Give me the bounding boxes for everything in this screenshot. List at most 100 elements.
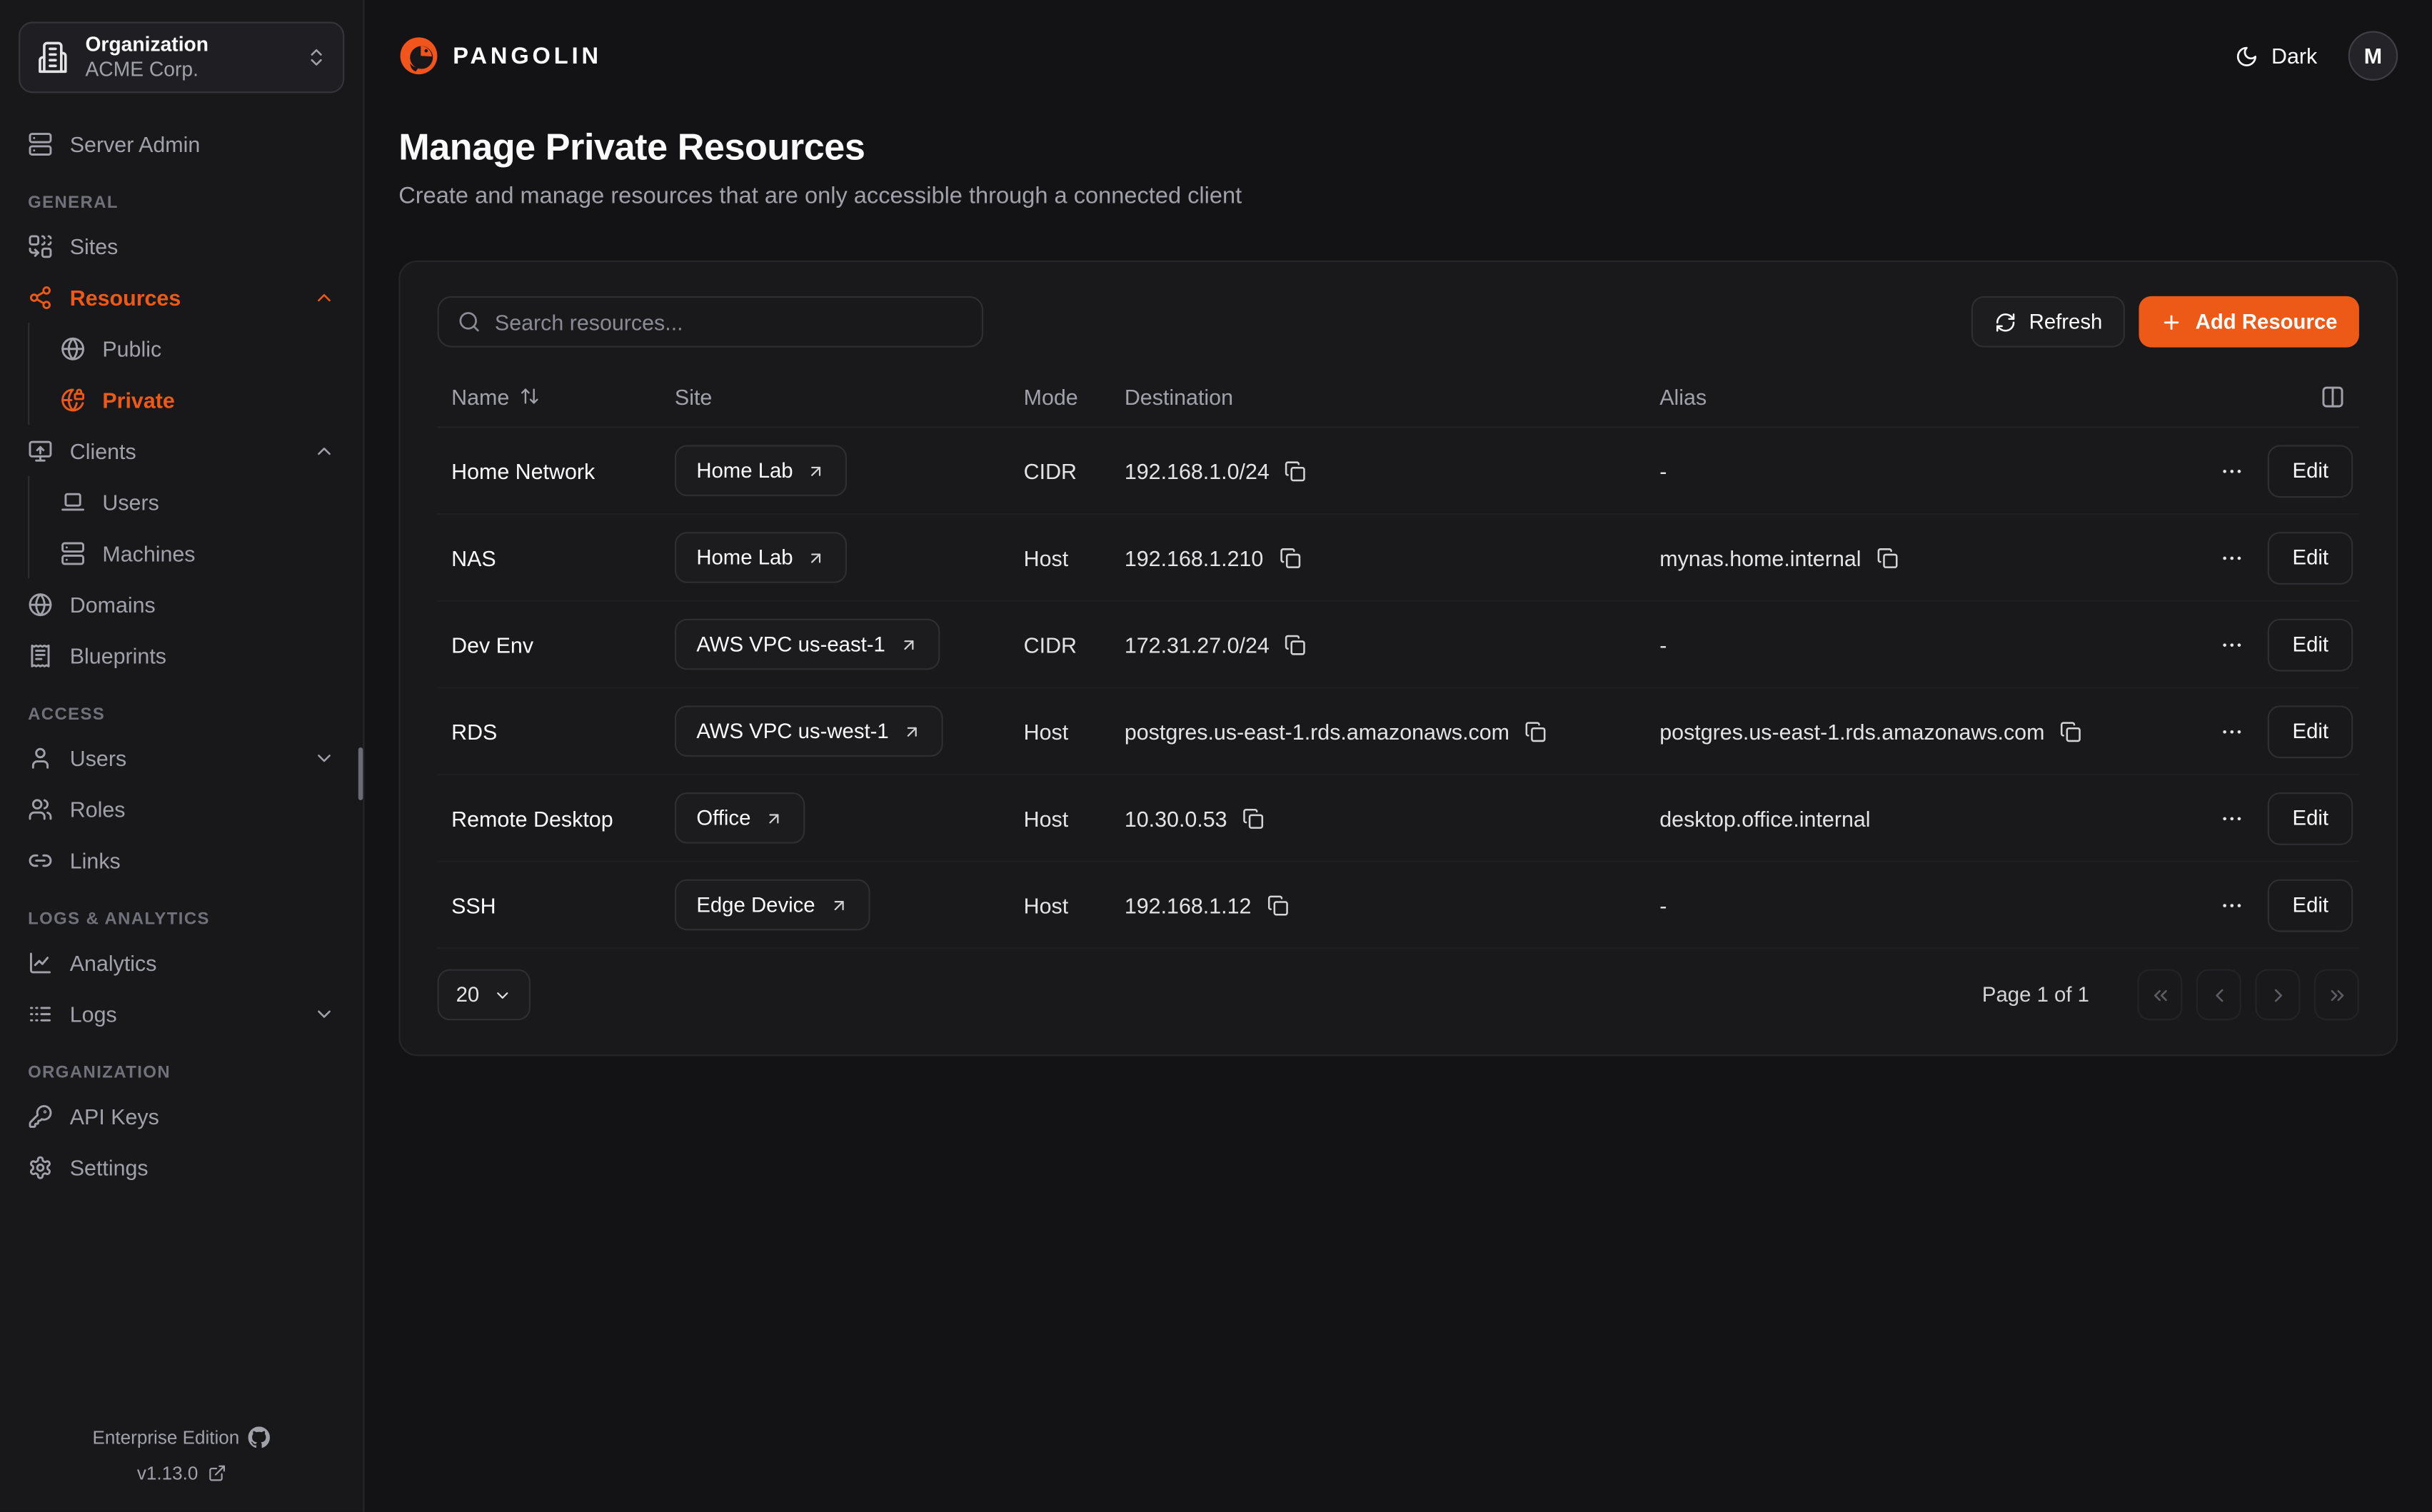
chevrons-left-icon bbox=[2149, 984, 2171, 1005]
column-header-name[interactable]: Name bbox=[451, 384, 675, 409]
sidebar-item-server-admin[interactable]: Server Admin bbox=[19, 118, 344, 169]
resource-alias: - bbox=[1659, 458, 1667, 483]
copy-destination-button[interactable] bbox=[1285, 460, 1306, 481]
search-icon bbox=[458, 310, 481, 333]
table-row: Remote Desktop Office Host 10.30.0.53 de… bbox=[438, 775, 2359, 862]
org-selector[interactable]: Organization ACME Corp. bbox=[19, 21, 344, 93]
sidebar-item-client-users[interactable]: Users bbox=[29, 476, 344, 528]
sidebar-item-links[interactable]: Links bbox=[19, 835, 344, 886]
edit-button[interactable]: Edit bbox=[2268, 531, 2353, 584]
copy-destination-button[interactable] bbox=[1242, 807, 1264, 829]
sidebar-item-label: Domains bbox=[70, 592, 156, 617]
copy-destination-button[interactable] bbox=[1525, 720, 1547, 742]
copy-destination-button[interactable] bbox=[1285, 633, 1306, 655]
chevron-right-icon bbox=[2267, 984, 2288, 1005]
resource-name: Remote Desktop bbox=[451, 805, 675, 830]
table-row: RDS AWS VPC us-west-1 Host postgres.us-e… bbox=[438, 688, 2359, 775]
resource-destination: 172.31.27.0/24 bbox=[1125, 632, 1270, 657]
edit-button[interactable]: Edit bbox=[2268, 444, 2353, 497]
first-page-button[interactable] bbox=[2137, 969, 2182, 1021]
sidebar-item-domains[interactable]: Domains bbox=[19, 578, 344, 630]
copy-alias-button[interactable] bbox=[2060, 720, 2081, 742]
sidebar-item-label: Settings bbox=[70, 1154, 149, 1179]
edit-button[interactable]: Edit bbox=[2268, 705, 2353, 757]
sidebar-item-private[interactable]: Private bbox=[29, 374, 344, 425]
sidebar-item-label: Users bbox=[70, 745, 126, 770]
edit-button[interactable]: Edit bbox=[2268, 792, 2353, 845]
sidebar-item-label: Server Admin bbox=[70, 131, 201, 156]
theme-toggle-button[interactable]: Dark bbox=[2236, 44, 2317, 69]
sidebar-item-label: Users bbox=[102, 489, 159, 514]
app-window: Organization ACME Corp. Server Admin GEN… bbox=[0, 0, 2432, 1512]
resources-card: Refresh Add Resource Name Site Mode Dest… bbox=[398, 261, 2398, 1056]
resource-mode: Host bbox=[1024, 892, 1125, 917]
sidebar-item-label: Analytics bbox=[70, 949, 157, 974]
copy-destination-button[interactable] bbox=[1267, 894, 1288, 915]
resource-alias: mynas.home.internal bbox=[1659, 545, 1861, 570]
table-row: NAS Home Lab Host 192.168.1.210 mynas.ho… bbox=[438, 515, 2359, 602]
search-input[interactable] bbox=[495, 309, 963, 334]
refresh-button[interactable]: Refresh bbox=[1971, 296, 2126, 348]
arrow-up-right-icon bbox=[903, 722, 921, 740]
search-box[interactable] bbox=[438, 296, 984, 348]
sidebar-item-api-keys[interactable]: API Keys bbox=[19, 1090, 344, 1141]
sidebar-item-blueprints[interactable]: Blueprints bbox=[19, 630, 344, 681]
sidebar-item-roles[interactable]: Roles bbox=[19, 783, 344, 835]
site-link-button[interactable]: Office bbox=[675, 792, 805, 844]
row-menu-button[interactable] bbox=[2219, 892, 2244, 917]
site-link-button[interactable]: AWS VPC us-east-1 bbox=[675, 619, 940, 670]
sort-icon[interactable] bbox=[520, 386, 540, 406]
site-link-button[interactable]: Home Lab bbox=[675, 532, 848, 583]
brand[interactable]: PANGOLIN bbox=[398, 36, 602, 76]
sidebar-item-machines[interactable]: Machines bbox=[29, 528, 344, 579]
copy-icon bbox=[1285, 633, 1306, 655]
version-label: v1.13.0 bbox=[137, 1462, 199, 1483]
prev-page-button[interactable] bbox=[2196, 969, 2241, 1021]
site-link-button[interactable]: Edge Device bbox=[675, 880, 870, 931]
sidebar-scrollbar-thumb[interactable] bbox=[358, 747, 363, 800]
sidebar-item-clients[interactable]: Clients bbox=[19, 425, 344, 476]
copy-icon bbox=[1267, 894, 1288, 915]
edit-button[interactable]: Edit bbox=[2268, 879, 2353, 932]
site-link-button[interactable]: Home Lab bbox=[675, 445, 848, 496]
laptop-icon bbox=[61, 489, 86, 514]
topbar: PANGOLIN Dark M bbox=[398, 19, 2398, 93]
resource-alias: desktop.office.internal bbox=[1659, 805, 1870, 830]
gear-icon bbox=[28, 1154, 53, 1179]
copy-icon bbox=[1279, 547, 1300, 568]
chevron-down-icon bbox=[493, 985, 512, 1004]
sidebar-item-users[interactable]: Users bbox=[19, 732, 344, 783]
version-link[interactable]: v1.13.0 bbox=[137, 1462, 226, 1483]
sidebar-item-settings[interactable]: Settings bbox=[19, 1141, 344, 1193]
sidebar-item-resources[interactable]: Resources bbox=[19, 271, 344, 323]
chart-line-icon bbox=[28, 949, 53, 974]
avatar[interactable]: M bbox=[2348, 31, 2398, 81]
card-toolbar: Refresh Add Resource bbox=[438, 296, 2359, 348]
add-resource-button[interactable]: Add Resource bbox=[2139, 296, 2358, 348]
sidebar-item-sites[interactable]: Sites bbox=[19, 220, 344, 271]
row-menu-button[interactable] bbox=[2219, 719, 2244, 744]
columns-toggle-icon[interactable] bbox=[2321, 384, 2346, 409]
row-menu-button[interactable] bbox=[2219, 545, 2244, 570]
last-page-button[interactable] bbox=[2314, 969, 2359, 1021]
next-page-button[interactable] bbox=[2255, 969, 2300, 1021]
sidebar-item-analytics[interactable]: Analytics bbox=[19, 937, 344, 988]
sidebar-item-label: Public bbox=[102, 336, 161, 361]
row-menu-button[interactable] bbox=[2219, 458, 2244, 483]
row-menu-button[interactable] bbox=[2219, 632, 2244, 657]
sidebar-item-public[interactable]: Public bbox=[29, 323, 344, 374]
copy-alias-button[interactable] bbox=[1876, 547, 1898, 568]
column-header-destination: Destination bbox=[1125, 384, 1659, 409]
copy-destination-button[interactable] bbox=[1279, 547, 1300, 568]
table-row: Dev Env AWS VPC us-east-1 CIDR 172.31.27… bbox=[438, 602, 2359, 689]
copy-icon bbox=[1242, 807, 1264, 829]
resource-name: Home Network bbox=[451, 458, 675, 483]
site-link-button[interactable]: AWS VPC us-west-1 bbox=[675, 705, 943, 757]
sidebar-item-logs[interactable]: Logs bbox=[19, 988, 344, 1039]
resource-mode: Host bbox=[1024, 719, 1125, 744]
edition-link[interactable]: Enterprise Edition bbox=[93, 1426, 271, 1448]
edit-button[interactable]: Edit bbox=[2268, 618, 2353, 671]
page-size-select[interactable]: 20 bbox=[438, 969, 531, 1021]
org-selector-label: Organization bbox=[85, 32, 208, 57]
row-menu-button[interactable] bbox=[2219, 805, 2244, 830]
